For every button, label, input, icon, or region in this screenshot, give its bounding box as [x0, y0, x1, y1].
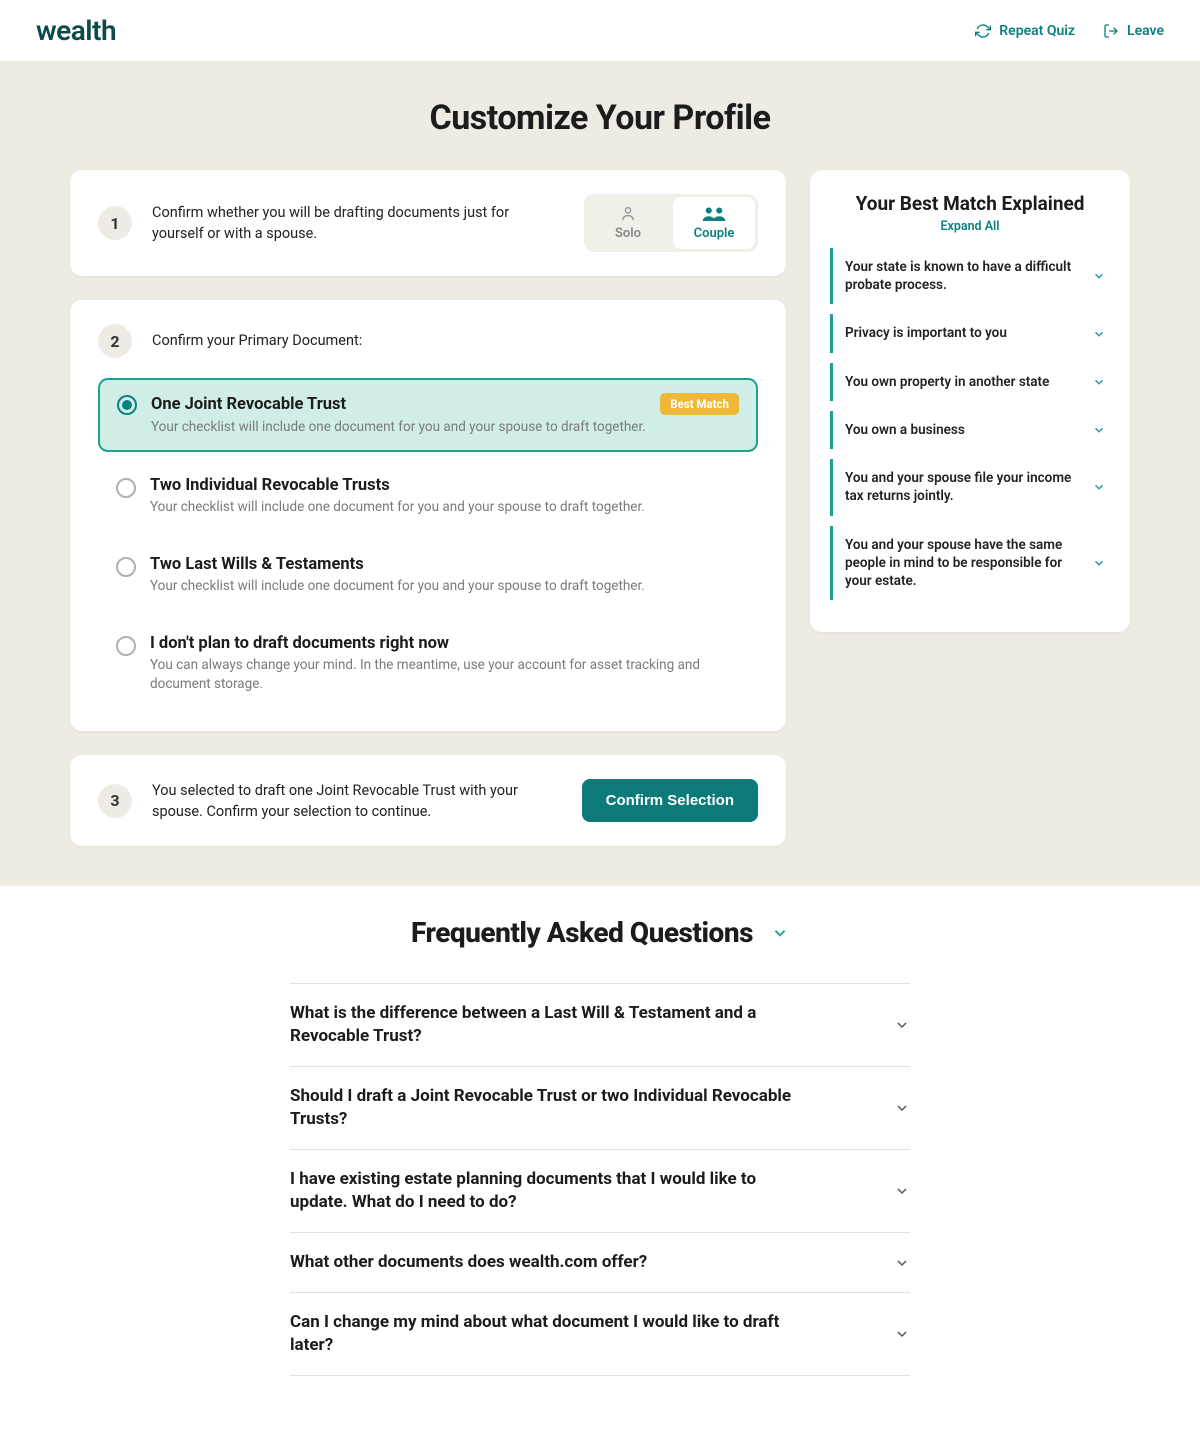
logo: wealth: [36, 14, 116, 47]
match-item-5[interactable]: You and your spouse have the same people…: [830, 526, 1110, 601]
solo-couple-toggle: Solo Couple: [584, 194, 758, 252]
match-item-text: You own property in another state: [845, 373, 1049, 391]
faq-question: Should I draft a Joint Revocable Trust o…: [290, 1085, 810, 1131]
faq-item-3[interactable]: What other documents does wealth.com off…: [290, 1233, 910, 1293]
couple-label: Couple: [694, 226, 735, 241]
confirm-selection-button[interactable]: Confirm Selection: [582, 779, 758, 822]
header-actions: Repeat Quiz Leave: [975, 23, 1164, 39]
match-item-1[interactable]: Privacy is important to you: [830, 314, 1110, 352]
content-wrap: 1 Confirm whether you will be drafting d…: [0, 170, 1200, 886]
radio-icon: [117, 395, 137, 415]
option-title: Two Individual Revocable Trusts: [150, 476, 390, 495]
option-desc: You can always change your mind. In the …: [150, 656, 740, 694]
match-item-text: Privacy is important to you: [845, 324, 1007, 342]
match-item-text: Your state is known to have a difficult …: [845, 258, 1082, 294]
step-2-text: Confirm your Primary Document:: [152, 330, 758, 351]
option-body: Two Individual Revocable Trusts Your che…: [150, 476, 740, 517]
faq-question: What is the difference between a Last Wi…: [290, 1002, 810, 1048]
step-2-card: 2 Confirm your Primary Document: One Joi…: [70, 300, 786, 731]
solo-toggle[interactable]: Solo: [587, 197, 669, 249]
expand-all-button[interactable]: Expand All: [830, 219, 1110, 234]
option-body: Two Last Wills & Testaments Your checkli…: [150, 555, 740, 596]
chevron-down-icon: [894, 1183, 910, 1199]
step-1-text: Confirm whether you will be drafting doc…: [152, 202, 564, 244]
repeat-quiz-button[interactable]: Repeat Quiz: [975, 23, 1075, 39]
person-icon: [614, 205, 642, 223]
step-3-number: 3: [98, 784, 132, 818]
match-item-text: You own a business: [845, 421, 965, 439]
document-option-1[interactable]: Two Individual Revocable Trusts Your che…: [98, 462, 758, 531]
option-desc: Your checklist will include one document…: [150, 577, 740, 596]
step-3-text: You selected to draft one Joint Revocabl…: [152, 780, 562, 822]
match-item-text: You and your spouse have the same people…: [845, 536, 1082, 591]
faq-title: Frequently Asked Questions: [411, 916, 753, 949]
option-title: One Joint Revocable Trust: [151, 395, 346, 414]
solo-label: Solo: [615, 226, 641, 241]
faq-title-row[interactable]: Frequently Asked Questions: [0, 916, 1200, 949]
option-desc: Your checklist will include one document…: [150, 498, 740, 517]
option-desc: Your checklist will include one document…: [151, 418, 739, 437]
document-options: One Joint Revocable Trust Best Match You…: [98, 378, 758, 707]
option-body: I don't plan to draft documents right no…: [150, 634, 740, 694]
match-item-0[interactable]: Your state is known to have a difficult …: [830, 248, 1110, 304]
header: wealth Repeat Quiz Leave: [0, 0, 1200, 62]
chevron-down-icon: [1092, 556, 1106, 570]
option-body: One Joint Revocable Trust Best Match You…: [151, 393, 739, 437]
chevron-down-icon: [894, 1326, 910, 1342]
faq-item-4[interactable]: Can I change my mind about what document…: [290, 1293, 910, 1376]
faq-item-0[interactable]: What is the difference between a Last Wi…: [290, 983, 910, 1067]
chevron-down-icon: [1092, 327, 1106, 341]
chevron-down-icon: [1092, 375, 1106, 389]
radio-icon: [116, 478, 136, 498]
left-column: 1 Confirm whether you will be drafting d…: [70, 170, 786, 846]
repeat-quiz-label: Repeat Quiz: [999, 23, 1075, 39]
couple-toggle[interactable]: Couple: [673, 197, 755, 249]
document-option-2[interactable]: Two Last Wills & Testaments Your checkli…: [98, 541, 758, 610]
match-items: Your state is known to have a difficult …: [830, 248, 1110, 600]
best-match-title: Your Best Match Explained: [830, 192, 1110, 215]
right-column: Your Best Match Explained Expand All You…: [810, 170, 1130, 632]
step-1-card: 1 Confirm whether you will be drafting d…: [70, 170, 786, 276]
radio-icon: [116, 557, 136, 577]
page-title: Customize Your Profile: [0, 98, 1200, 138]
faq-section: Frequently Asked Questions What is the d…: [0, 886, 1200, 1445]
leave-button[interactable]: Leave: [1103, 23, 1164, 39]
document-option-0[interactable]: One Joint Revocable Trust Best Match You…: [98, 378, 758, 452]
refresh-icon: [975, 23, 991, 39]
chevron-down-icon: [894, 1255, 910, 1271]
faq-question: I have existing estate planning document…: [290, 1168, 810, 1214]
main-area: Customize Your Profile 1 Confirm whether…: [0, 62, 1200, 886]
match-item-3[interactable]: You own a business: [830, 411, 1110, 449]
faq-item-2[interactable]: I have existing estate planning document…: [290, 1150, 910, 1233]
exit-icon: [1103, 23, 1119, 39]
option-title: I don't plan to draft documents right no…: [150, 634, 449, 653]
chevron-down-icon: [1092, 423, 1106, 437]
people-icon: [700, 205, 728, 223]
document-option-3[interactable]: I don't plan to draft documents right no…: [98, 620, 758, 708]
step-3-card: 3 You selected to draft one Joint Revoca…: [70, 755, 786, 846]
match-item-4[interactable]: You and your spouse file your income tax…: [830, 459, 1110, 515]
faq-list: What is the difference between a Last Wi…: [290, 983, 910, 1375]
chevron-down-icon: [894, 1017, 910, 1033]
match-item-2[interactable]: You own property in another state: [830, 363, 1110, 401]
chevron-down-icon: [1092, 480, 1106, 494]
match-item-text: You and your spouse file your income tax…: [845, 469, 1082, 505]
chevron-down-icon: [1092, 269, 1106, 283]
best-match-badge: Best Match: [660, 393, 739, 415]
radio-icon: [116, 636, 136, 656]
best-match-card: Your Best Match Explained Expand All You…: [810, 170, 1130, 632]
leave-label: Leave: [1127, 23, 1164, 39]
chevron-down-icon: [771, 924, 789, 942]
faq-question: What other documents does wealth.com off…: [290, 1251, 647, 1274]
option-title: Two Last Wills & Testaments: [150, 555, 364, 574]
step-2-number: 2: [98, 324, 132, 358]
faq-item-1[interactable]: Should I draft a Joint Revocable Trust o…: [290, 1067, 910, 1150]
faq-question: Can I change my mind about what document…: [290, 1311, 810, 1357]
chevron-down-icon: [894, 1100, 910, 1116]
step-1-number: 1: [98, 206, 132, 240]
